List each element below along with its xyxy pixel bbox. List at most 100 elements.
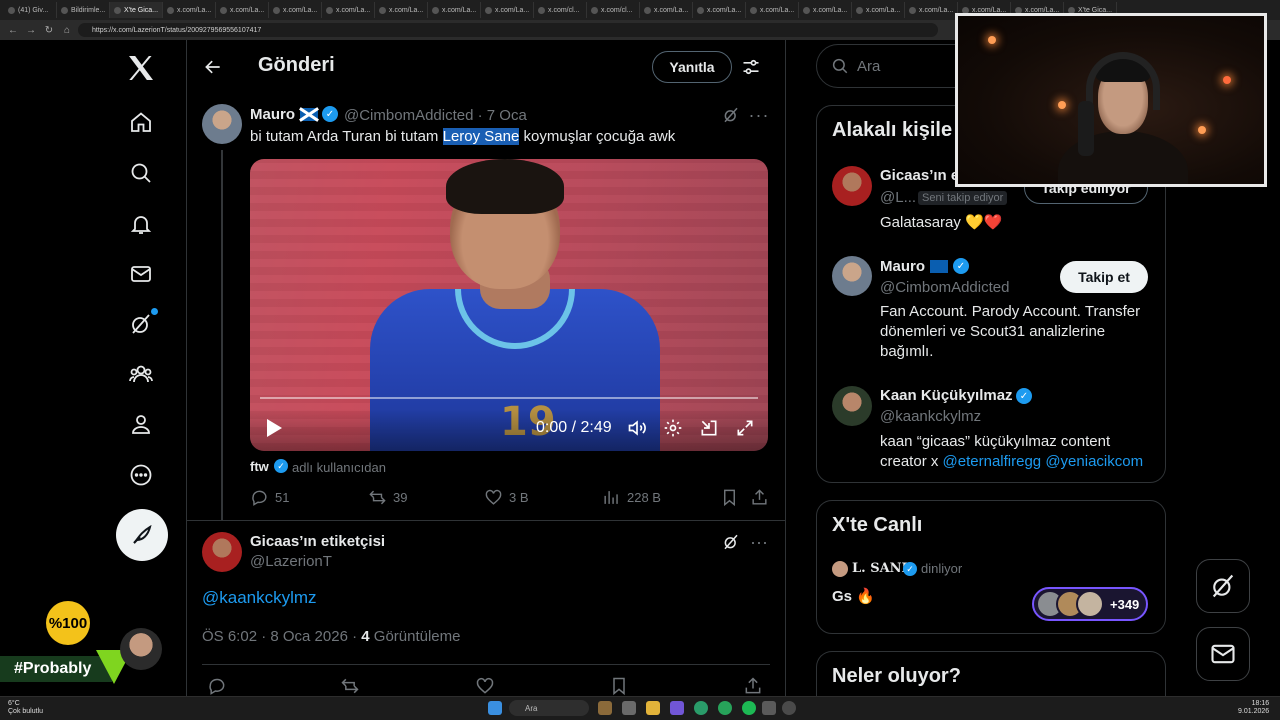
reply-icon[interactable]	[207, 676, 229, 696]
share-icon[interactable]	[743, 676, 765, 696]
home-icon[interactable]	[122, 103, 160, 141]
mention-link[interactable]: @kaankckylmz	[202, 588, 317, 608]
chrome-icon[interactable]	[718, 701, 732, 715]
user-name[interactable]: Mauro	[880, 258, 925, 275]
share-action[interactable]	[750, 488, 775, 507]
author-name[interactable]: Mauro	[250, 106, 295, 123]
browser-tab[interactable]: x.com/La...	[269, 2, 322, 18]
back-arrow-icon[interactable]	[200, 54, 226, 80]
settings-app-icon[interactable]	[782, 701, 796, 715]
app-icon[interactable]	[762, 701, 776, 715]
more-options-icon[interactable]: ···	[748, 104, 770, 126]
user-handle[interactable]: @kaankckylmz	[880, 408, 981, 425]
bio-link[interactable]: @eternalfiregg	[943, 453, 1042, 470]
post-text: bi tutam Arda Turan bi tutam Leroy Sane …	[250, 128, 675, 145]
taskbar-search[interactable]: Ara	[509, 700, 589, 716]
file-explorer-icon[interactable]	[646, 701, 660, 715]
video-player[interactable]: 19 0:00 / 2:49	[250, 159, 768, 451]
timestamp[interactable]: ÖS 6:02 · 8 Oca 2026 ·	[202, 628, 361, 645]
browser-tab[interactable]: x.com/La...	[852, 2, 905, 18]
avatar[interactable]	[832, 561, 848, 577]
reload-icon[interactable]: ↻	[42, 23, 56, 37]
user-name[interactable]: Gicaas’ın e	[880, 167, 959, 184]
feather-icon	[133, 524, 152, 544]
system-clock[interactable]: 18:16 9.01.2026	[1238, 700, 1269, 716]
bookmark-action[interactable]	[720, 488, 745, 507]
author-name[interactable]: Gicaas’ın etiketçisi	[250, 533, 385, 550]
browser-tab[interactable]: x.com/La...	[746, 2, 799, 18]
spotify-icon[interactable]	[742, 701, 756, 715]
browser-tab[interactable]: x.com/La...	[640, 2, 693, 18]
url-field[interactable]: https://x.com/LazerionT/status/200927956…	[78, 23, 938, 37]
repost-icon[interactable]	[340, 676, 362, 696]
bio-link[interactable]: @yeniacikcom	[1045, 453, 1143, 470]
user-name[interactable]: Kaan Küçükyılmaz	[880, 387, 1013, 404]
messages-float-button[interactable]	[1196, 627, 1250, 681]
browser-tab[interactable]: x.com/La...	[799, 2, 852, 18]
weather-widget[interactable]: 6°C Çok bulutlu	[8, 700, 43, 716]
settings-icon[interactable]	[662, 417, 684, 439]
profile-icon[interactable]	[122, 405, 160, 443]
volume-icon[interactable]	[626, 417, 648, 439]
browser-tab[interactable]: x.com/La...	[905, 2, 958, 18]
x-logo[interactable]	[125, 52, 157, 84]
user-handle[interactable]: @L...	[880, 189, 916, 206]
reply-action[interactable]: 51	[250, 488, 289, 507]
browser-tab[interactable]: x.com/La...	[322, 2, 375, 18]
browser-tab[interactable]: x.com/La...	[428, 2, 481, 18]
teams-icon[interactable]	[670, 701, 684, 715]
grok-icon[interactable]	[720, 531, 742, 553]
repost-action[interactable]: 39	[368, 488, 407, 507]
author-handle[interactable]: @LazerionT	[250, 553, 332, 570]
filter-icon[interactable]	[738, 54, 764, 80]
browser-tab[interactable]: x.com/cl...	[534, 2, 587, 18]
browser-tab[interactable]: x.com/La...	[216, 2, 269, 18]
browser-tab[interactable]: Bildirimle...	[57, 2, 110, 18]
browser-tab[interactable]: X'te Gica...	[110, 2, 163, 18]
messages-icon[interactable]	[122, 255, 160, 293]
home-browser-icon[interactable]: ⌂	[60, 23, 74, 37]
like-action[interactable]: 3 B	[484, 488, 529, 507]
pip-icon[interactable]	[698, 417, 720, 439]
browser-tab[interactable]: x.com/cl...	[587, 2, 640, 18]
avatar[interactable]	[832, 256, 872, 296]
browser-tab[interactable]: (41) Giv...	[4, 2, 57, 18]
taskview-icon[interactable]	[598, 701, 612, 715]
back-icon[interactable]: ←	[6, 23, 20, 37]
browser-tab[interactable]: x.com/La...	[481, 2, 534, 18]
widgets-icon[interactable]	[622, 701, 636, 715]
play-icon[interactable]	[264, 417, 284, 439]
heart-icon[interactable]	[475, 676, 497, 696]
browser-tab[interactable]: x.com/La...	[163, 2, 216, 18]
avatar[interactable]	[202, 532, 242, 572]
grok-icon[interactable]	[720, 104, 742, 126]
tab-favicon-icon	[273, 6, 280, 14]
fullscreen-icon[interactable]	[734, 417, 756, 439]
grok-float-button[interactable]	[1196, 559, 1250, 613]
live-space-title[interactable]: Gs 🔥	[832, 587, 875, 605]
bookmark-icon[interactable]	[609, 676, 631, 696]
webcam-overlay	[955, 13, 1267, 187]
avatar[interactable]	[202, 104, 242, 144]
forward-icon[interactable]: →	[24, 23, 38, 37]
more-options-icon[interactable]: ···	[748, 531, 770, 553]
source-name[interactable]: ftw	[250, 459, 269, 474]
reply-header-button[interactable]: Yanıtla	[652, 51, 732, 83]
video-progress-bar[interactable]	[260, 397, 758, 399]
more-icon[interactable]	[122, 456, 160, 494]
avatar[interactable]	[832, 386, 872, 426]
user-handle[interactable]: @CimbomAddicted	[880, 279, 1009, 296]
browser-tab[interactable]: x.com/La...	[375, 2, 428, 18]
follow-button[interactable]: Takip et	[1060, 261, 1148, 293]
views-action[interactable]: 228 B	[602, 488, 661, 507]
live-listeners-pill[interactable]: +349	[1032, 587, 1148, 621]
author-handle[interactable]: @CimbomAddicted · 7 Oca	[344, 107, 527, 124]
browser-tab[interactable]: x.com/La...	[693, 2, 746, 18]
start-icon[interactable]	[488, 701, 502, 715]
communities-icon[interactable]	[122, 355, 160, 393]
edge-icon[interactable]	[694, 701, 708, 715]
post-button[interactable]	[116, 509, 168, 561]
avatar[interactable]	[832, 166, 872, 206]
explore-icon[interactable]	[122, 154, 160, 192]
notifications-icon[interactable]	[122, 205, 160, 243]
